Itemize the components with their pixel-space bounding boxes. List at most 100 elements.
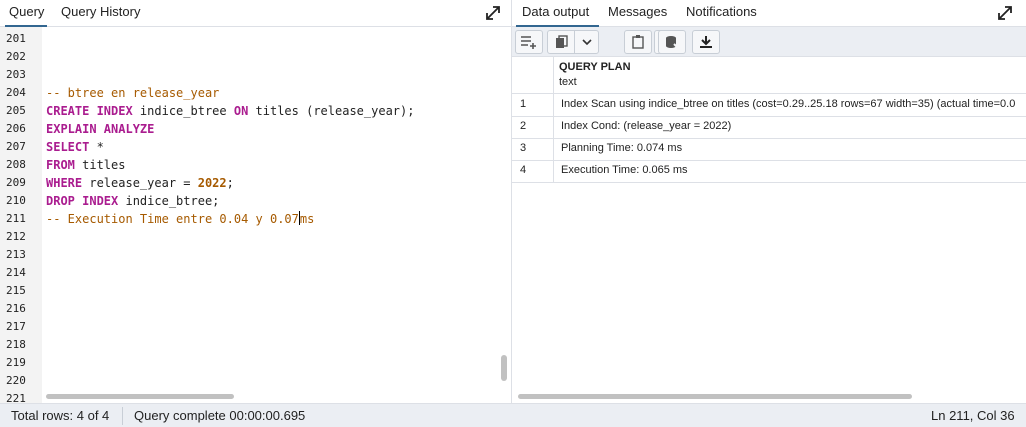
cell-text: Index Scan using indice_btree on titles …: [561, 98, 1016, 110]
sql-keyword: ON: [233, 104, 249, 118]
sql-text: release_year =: [82, 176, 198, 190]
table-cell[interactable]: Index Scan using indice_btree on titles …: [553, 94, 1026, 117]
code-line[interactable]: -- Execution Time entre 0.04 y 0.07ms: [46, 210, 314, 228]
line-number: 214: [6, 266, 26, 279]
total-rows-text: Total rows: 4 of 4: [11, 408, 110, 423]
results-tabbar: Data output Messages Notifications: [512, 0, 1026, 27]
add-row-icon: [521, 36, 536, 49]
sql-text: indice_btree;: [118, 194, 220, 208]
sql-keyword: WHERE: [46, 176, 83, 190]
query-complete-text: Query complete 00:00:00.695: [134, 408, 306, 423]
line-number: 220: [6, 374, 26, 387]
table-row[interactable]: 3 Planning Time: 0.074 ms: [512, 138, 1026, 161]
sql-text: ;: [226, 176, 234, 190]
sql-text: indice_btree: [132, 104, 234, 118]
expand-icon[interactable]: [996, 4, 1014, 22]
tab-messages[interactable]: Messages: [608, 0, 672, 27]
paste-icon: [632, 35, 644, 49]
query-tabbar: Query Query History: [0, 0, 511, 27]
line-number: 215: [6, 284, 26, 297]
table-cell[interactable]: Planning Time: 0.074 ms: [553, 138, 1026, 161]
row-number[interactable]: 2: [520, 120, 526, 132]
code-line[interactable]: DROP INDEX indice_btree;: [46, 192, 219, 210]
sql-text: titles: [74, 158, 126, 172]
save-data-button[interactable]: [658, 30, 686, 54]
sql-comment: ms: [299, 212, 315, 226]
code-line[interactable]: -- btree en release_year: [46, 84, 219, 102]
grid-header-row: QUERY PLAN text: [512, 57, 1026, 94]
sql-keyword: FROM: [46, 158, 75, 172]
grid-horizontal-scrollbar[interactable]: [512, 390, 1026, 403]
column-header-query-plan[interactable]: QUERY PLAN text: [553, 57, 1026, 94]
row-number[interactable]: 3: [520, 142, 526, 154]
editor-vertical-scrollbar[interactable]: [498, 27, 511, 403]
grid-horizontal-scroll-thumb[interactable]: [518, 394, 912, 399]
column-name: QUERY PLAN: [559, 61, 631, 73]
table-cell[interactable]: Execution Time: 0.065 ms: [553, 160, 1026, 183]
copy-button[interactable]: [547, 30, 599, 54]
code-line[interactable]: CREATE INDEX indice_btree ON titles (rel…: [46, 102, 414, 120]
line-number: 207: [6, 140, 26, 153]
line-number: 219: [6, 356, 26, 369]
line-number-gutter: 201 202 203 204 205 206 207 208 209 210 211 212 213 2…: [0, 27, 42, 405]
tab-query[interactable]: Query: [5, 0, 47, 27]
tab-notifications[interactable]: Notifications: [686, 0, 766, 27]
code-line[interactable]: WHERE release_year = 2022;: [46, 174, 234, 192]
line-number: 218: [6, 338, 26, 351]
save-data-icon: [666, 36, 679, 49]
code-line[interactable]: EXPLAIN ANALYZE: [46, 120, 154, 138]
row-number[interactable]: 1: [520, 98, 526, 110]
line-number: 209: [6, 176, 26, 189]
line-number: 212: [6, 230, 26, 243]
cell-text: Execution Time: 0.065 ms: [561, 164, 688, 176]
tab-query-history[interactable]: Query History: [61, 0, 151, 27]
sql-text: *: [89, 140, 104, 154]
sql-text: titles (release_year);: [248, 104, 415, 118]
line-number: 216: [6, 302, 26, 315]
tab-data-output[interactable]: Data output: [516, 0, 599, 27]
table-row[interactable]: 2 Index Cond: (release_year = 2022): [512, 116, 1026, 139]
expand-icon[interactable]: [484, 4, 502, 22]
results-pane: Data output Messages Notifications QUERY…: [512, 0, 1026, 403]
line-number: 208: [6, 158, 26, 171]
table-row[interactable]: 4 Execution Time: 0.065 ms: [512, 160, 1026, 183]
column-type: text: [559, 76, 577, 88]
editor-horizontal-scroll-thumb[interactable]: [46, 394, 234, 399]
results-toolbar: [512, 27, 1026, 57]
cell-text: Planning Time: 0.074 ms: [561, 142, 683, 154]
sql-comment: -- Execution Time entre 0.04 y 0.07: [46, 212, 299, 226]
download-button[interactable]: [692, 30, 720, 54]
sql-number: 2022: [197, 176, 227, 190]
sql-editor[interactable]: -- btree en release_year CREATE INDEX ind…: [42, 27, 498, 403]
line-number: 210: [6, 194, 26, 207]
copy-icon: [556, 35, 568, 48]
sql-comment: -- btree en release_year: [46, 86, 220, 100]
line-number: 213: [6, 248, 26, 261]
table-cell[interactable]: Index Cond: (release_year = 2022): [553, 116, 1026, 139]
line-number: 202: [6, 50, 26, 63]
line-number: 201: [6, 32, 26, 45]
editor-horizontal-scrollbar[interactable]: [42, 390, 498, 403]
line-number: 203: [6, 68, 26, 81]
line-number: 204: [6, 86, 26, 99]
editor-vertical-scroll-thumb[interactable]: [501, 355, 507, 381]
status-divider: [122, 407, 123, 425]
sql-keyword: EXPLAIN ANALYZE: [46, 122, 155, 136]
code-line[interactable]: FROM titles: [46, 156, 125, 174]
line-number: 217: [6, 320, 26, 333]
table-row[interactable]: 1 Index Scan using indice_btree on titles…: [512, 94, 1026, 117]
query-editor-pane: Query Query History 201 202 203 204 205 206 20…: [0, 0, 512, 405]
code-line[interactable]: SELECT *: [46, 138, 104, 156]
add-row-button[interactable]: [515, 30, 543, 54]
dropdown-chevron-icon[interactable]: [582, 38, 592, 46]
cell-text: Index Cond: (release_year = 2022): [561, 120, 732, 132]
status-bar: Total rows: 4 of 4 Query complete 00:00:…: [0, 403, 1026, 427]
cursor-position-text: Ln 211, Col 36: [931, 408, 1015, 423]
line-number: 211: [6, 212, 26, 225]
row-number[interactable]: 4: [520, 164, 526, 176]
download-icon: [700, 36, 712, 48]
line-number: 205: [6, 104, 26, 117]
line-number: 206: [6, 122, 26, 135]
sql-keyword: DROP INDEX: [46, 194, 119, 208]
paste-button[interactable]: [624, 30, 652, 54]
